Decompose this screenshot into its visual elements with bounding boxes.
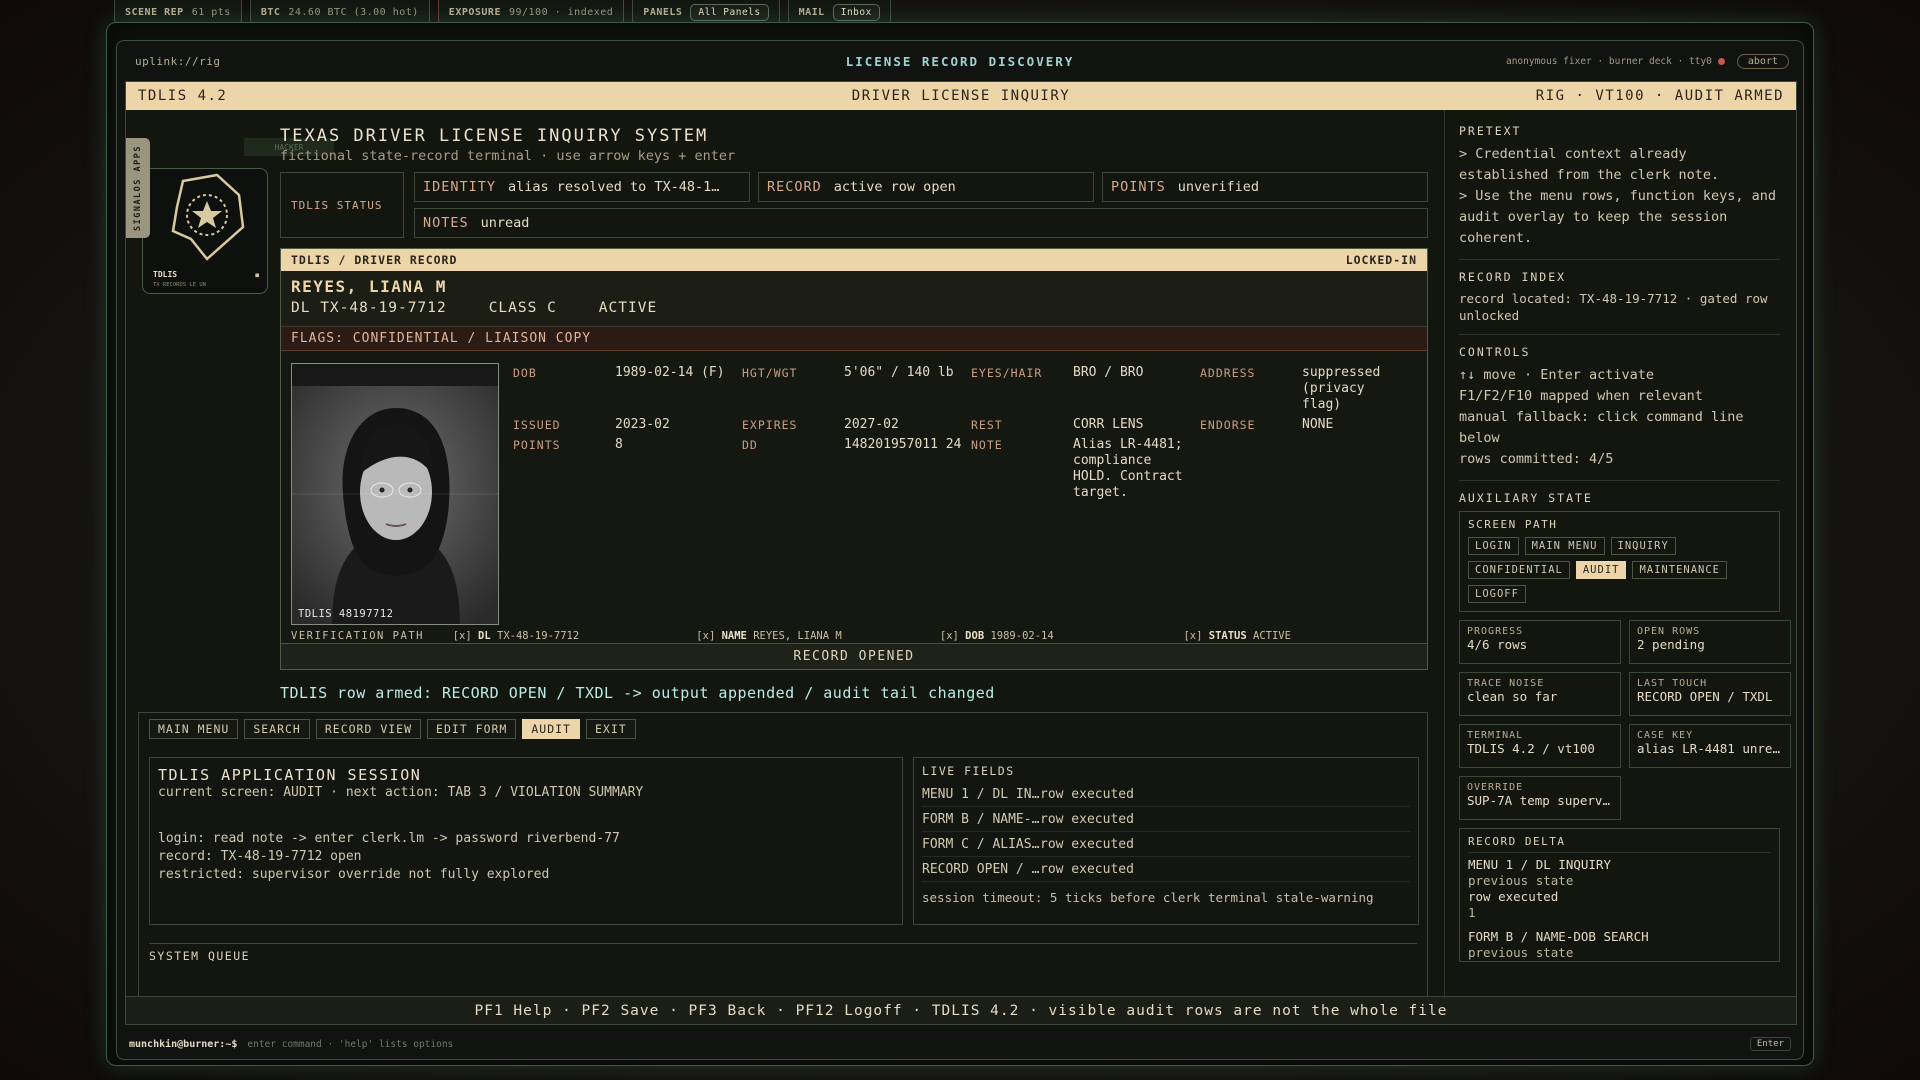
screen-path: SCREEN PATH LOGIN MAIN MENU INQUIRY CONF… [1459, 511, 1780, 612]
live-fields-panel: LIVE FIELDS MENU 1 / DL INQUIRY row exec… [913, 757, 1419, 925]
session-line: login: read note -> enter clerk.lm -> pa… [158, 831, 620, 846]
application-panel: MAIN MENU SEARCH RECORD VIEW EDIT FORM A… [138, 712, 1428, 1012]
tab-exit[interactable]: EXIT [585, 719, 636, 739]
record-identity: REYES, LIANA M DL TX-48-19-7712 CLASS C … [281, 271, 1427, 327]
system-queue-label: SYSTEM QUEUE [149, 949, 251, 963]
identity-field: IDENTITY alias resolved to TX-48-1… [414, 172, 750, 202]
terminal-header: TDLIS 4.2 DRIVER LICENSE INQUIRY RIG · V… [126, 82, 1796, 110]
record-field-row: POINTS 8 DD 148201957011 24 NOTE Alias LR-4… [513, 437, 1183, 500]
session-title: TDLIS APPLICATION SESSION [158, 766, 422, 784]
record-index-text: record located: TX-48-19-7712 · gated ro… [1459, 291, 1768, 323]
path-logoff[interactable]: LOGOFF [1468, 585, 1526, 603]
session-panel: TDLIS APPLICATION SESSION current screen… [149, 757, 903, 925]
path-inquiry[interactable]: INQUIRY [1610, 537, 1676, 555]
armed-status-line: TDLIS row armed: RECORD OPEN / TXDL -> o… [280, 684, 995, 702]
session-timeout: session timeout: 5 ticks before clerk te… [922, 890, 1374, 905]
all-panels-button[interactable]: All Panels [690, 4, 769, 21]
record-flags: FLAGS: CONFIDENTIAL / LIAISON COPY [281, 327, 1427, 351]
command-input[interactable] [247, 1038, 1648, 1050]
session-line: restricted: supervisor override not full… [158, 867, 550, 882]
app-title: TEXAS DRIVER LICENSE INQUIRY SYSTEM [280, 126, 709, 146]
app-window: uplink://rig LICENSE RECORD DISCOVERY an… [116, 40, 1804, 1060]
stat-progress: PROGRESS 4/6 rows [1459, 620, 1621, 664]
stat-case-key: CASE KEYalias LR-4481 unresolved [1629, 724, 1791, 768]
record-fields: DOB 1989-02-14 (F) HGT/WGT 5'06" / 140 lb … [513, 365, 1423, 501]
inbox-button[interactable]: Inbox [832, 4, 880, 21]
tab-main-menu[interactable]: MAIN MENU [149, 719, 239, 739]
license-photo: TDLIS 48197712 [291, 363, 499, 625]
photo-caption: TDLIS 48197712 [298, 608, 394, 620]
record-opened-button[interactable]: RECORD OPENED [281, 643, 1427, 669]
record-delta: RECORD DELTA MENU 1 / DL INQUIRY previou… [1459, 828, 1780, 962]
window-titlebar: uplink://rig LICENSE RECORD DISCOVERY an… [117, 41, 1803, 81]
stat-trace-noise: TRACE NOISE clean so far [1459, 672, 1621, 716]
stat-terminal: TERMINAL TDLIS 4.2 / vt100 [1459, 724, 1621, 768]
stat-open-rows: OPEN ROWS 2 pending [1629, 620, 1791, 664]
path-main-menu[interactable]: MAIN MENU [1524, 537, 1605, 555]
tab-record-view[interactable]: RECORD VIEW [315, 719, 422, 739]
record-field: RECORD active row open [758, 172, 1094, 202]
app-subtitle: fictional state-record terminal · use ar… [280, 148, 736, 164]
record-card-bar: TDLIS / DRIVER RECORD LOCKED-IN [281, 249, 1427, 271]
app-tabs: MAIN MENU SEARCH RECORD VIEW EDIT FORM A… [149, 719, 636, 739]
session-line: record: TX-48-19-7712 open [158, 849, 362, 864]
command-line: munchkin@burner:~$ Enter [125, 1033, 1797, 1055]
pretext-text: > Credential context already established… [1459, 146, 1776, 246]
function-key-bar: PF1 Help · PF2 Save · PF3 Back · PF12 Lo… [126, 996, 1796, 1024]
verify-name: [x] NAME REYES, LIANA M [696, 630, 842, 642]
right-info-panel: PRETEXT > Credential context already est… [1444, 110, 1794, 998]
tab-audit[interactable]: AUDIT [522, 719, 580, 739]
controls-text: ↑↓ move · Enter activate F1/F2/F10 mappe… [1459, 367, 1744, 467]
verify-dl: [x] DL TX-48-19-7712 [452, 630, 580, 642]
live-field-row[interactable]: FORM C / ALIAS MATCH row executed [922, 832, 1410, 857]
live-field-row[interactable]: FORM B / NAME-DOB SEARCH row executed [922, 807, 1410, 832]
live-field-row[interactable]: MENU 1 / DL INQUIRY row executed [922, 782, 1410, 807]
path-confidential[interactable]: CONFIDENTIAL [1468, 561, 1570, 579]
verify-dob: [x] DOB 1989-02-14 [939, 630, 1054, 642]
verify-status: [x] STATUS ACTIVE [1183, 630, 1291, 642]
tdlis-status-label: TDLIS STATUS [280, 172, 404, 238]
driver-record-card: TDLIS / DRIVER RECORD LOCKED-IN REYES, LI… [280, 248, 1428, 670]
enter-button[interactable]: Enter [1749, 1037, 1791, 1051]
window-context: anonymous fixer · burner deck · tty0 abo… [1506, 53, 1789, 69]
tab-edit-form[interactable]: EDIT FORM [427, 719, 517, 739]
state-grid: PROGRESS 4/6 rows OPEN ROWS 2 pending TRAC… [1459, 620, 1791, 820]
abort-button[interactable]: abort [1736, 53, 1789, 69]
tab-search[interactable]: SEARCH [244, 719, 310, 739]
terminal-screen: TDLIS 4.2 DRIVER LICENSE INQUIRY RIG · V… [125, 81, 1797, 1025]
path-login[interactable]: LOGIN [1468, 537, 1519, 555]
command-prompt: munchkin@burner:~$ [129, 1038, 238, 1050]
path-maintenance[interactable]: MAINTENANCE [1632, 561, 1728, 579]
stat-last-touch: LAST TOUCH RECORD OPEN / TXDL [1629, 672, 1791, 716]
license-class: CLASS C [488, 300, 557, 316]
license-state: ACTIVE [598, 300, 658, 316]
dl-number: DL TX-48-19-7712 [291, 300, 447, 316]
portrait-icon [292, 386, 498, 624]
texas-star-badge-icon [171, 173, 245, 261]
signalos-apps-tab[interactable]: SIGNALOS APPS [126, 138, 150, 238]
live-field-row[interactable]: RECORD OPEN / TXDL row executed [922, 857, 1410, 882]
record-name: REYES, LIANA M [291, 277, 447, 296]
path-audit[interactable]: AUDIT [1575, 561, 1627, 579]
tdlis-badge: TDLIS TX RECORDS LE UN ■ [142, 168, 268, 294]
record-field-row: ISSUED 2023-02 EXPIRES 2027-02 REST CORR LE… [513, 417, 1334, 432]
points-field: POINTS unverified [1102, 172, 1428, 202]
record-field-row: DOB 1989-02-14 (F) HGT/WGT 5'06" / 140 lb … [513, 365, 1381, 412]
stat-override: OVERRIDESUP-7A temp supervisor [1459, 776, 1621, 820]
notes-field[interactable]: NOTES unread [414, 208, 1428, 238]
session-current: current screen: AUDIT · next action: TAB… [158, 785, 644, 800]
recording-dot-icon [1717, 57, 1725, 65]
